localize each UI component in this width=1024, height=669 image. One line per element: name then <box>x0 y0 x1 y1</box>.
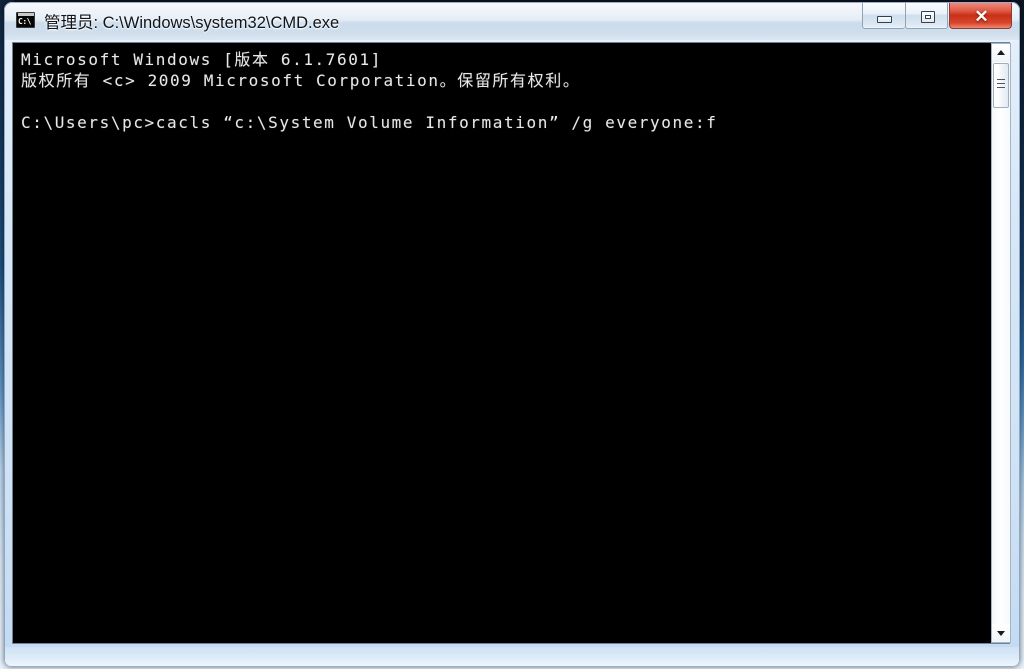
title-bar[interactable]: C:\ 管理员: C:\Windows\system32\CMD.exe ✕ <box>4 2 1020 40</box>
scroll-down-button[interactable] <box>992 624 1010 642</box>
scrollbar-thumb[interactable] <box>993 63 1009 108</box>
window-controls[interactable]: ✕ <box>862 3 1012 30</box>
console-output: Microsoft Windows [版本 6.1.7601] 版权所有 <c> … <box>21 49 971 133</box>
scroll-down-icon <box>997 631 1005 636</box>
cmd-icon: C:\ <box>16 12 35 28</box>
console-client-area[interactable]: Microsoft Windows [版本 6.1.7601] 版权所有 <c> … <box>12 42 1010 644</box>
scroll-up-button[interactable] <box>992 44 1010 62</box>
minimize-button[interactable] <box>862 3 905 29</box>
console-line: Microsoft Windows [版本 6.1.7601] <box>21 50 382 69</box>
console-line: C:\Users\pc>cacls “c:\System Volume Info… <box>21 113 718 132</box>
window-bottom-edge <box>4 647 1020 667</box>
scrollbar-grip-icon <box>997 79 1005 91</box>
cmd-window[interactable]: C:\ 管理员: C:\Windows\system32\CMD.exe ✕ M… <box>4 2 1020 667</box>
scroll-up-icon <box>997 50 1005 55</box>
restore-icon-inner <box>925 15 931 19</box>
minimize-icon <box>877 16 892 23</box>
window-title: 管理员: C:\Windows\system32\CMD.exe <box>44 14 340 32</box>
cmd-icon-label: C:\ <box>18 17 31 26</box>
close-button[interactable]: ✕ <box>949 3 1012 29</box>
close-icon: ✕ <box>974 7 989 26</box>
restore-icon <box>921 11 935 23</box>
console-line: 版权所有 <c> 2009 Microsoft Corporation。保留所有… <box>21 71 581 90</box>
maximize-restore-button[interactable] <box>905 3 948 29</box>
vertical-scrollbar[interactable] <box>991 43 1011 643</box>
